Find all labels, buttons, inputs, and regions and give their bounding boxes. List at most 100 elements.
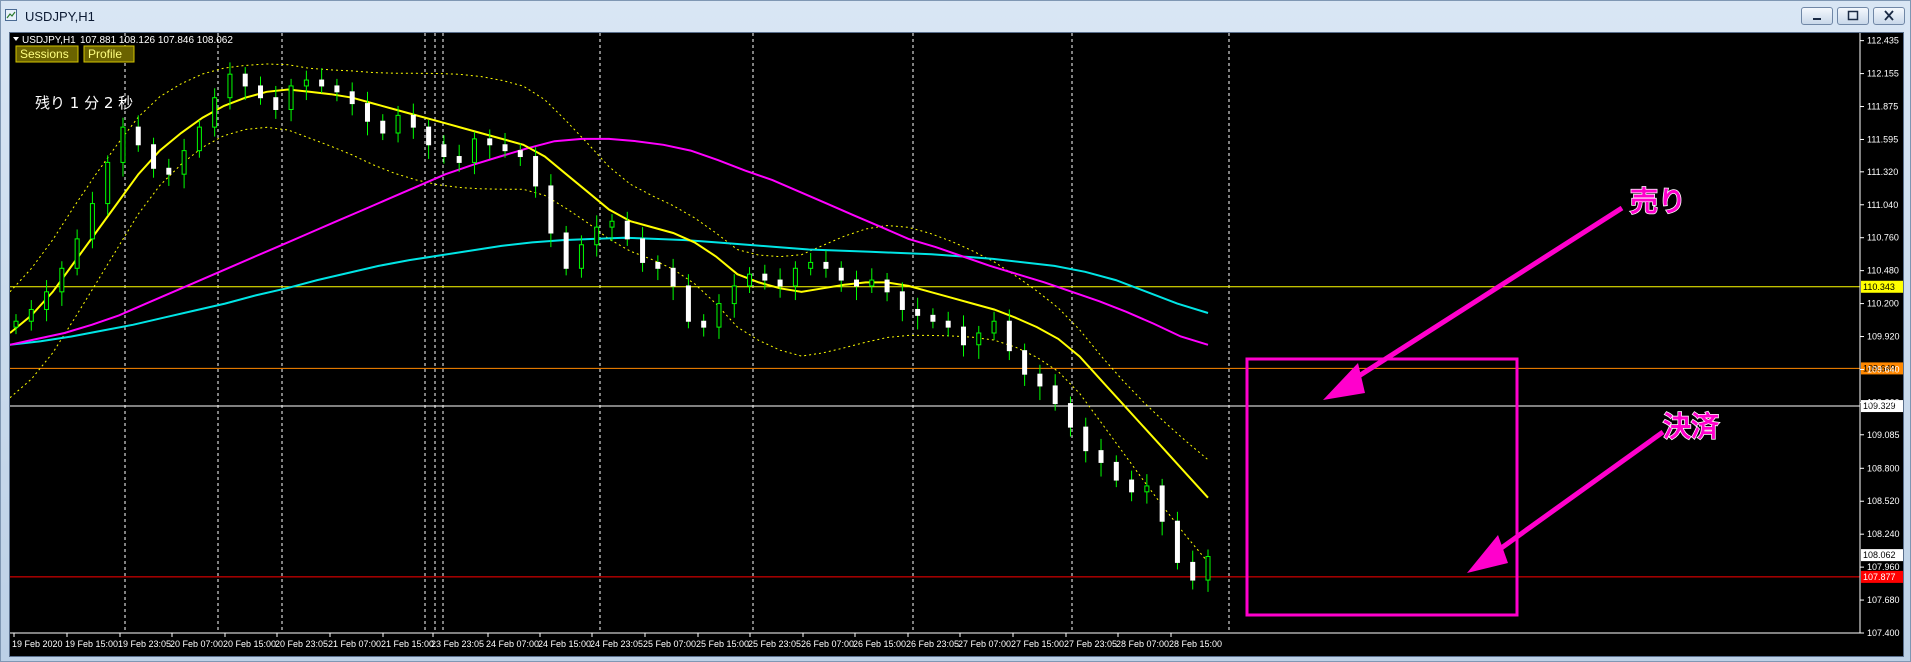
candle-body xyxy=(548,185,554,234)
current-price-label: 108.062 xyxy=(1863,550,1896,560)
candle-body xyxy=(151,144,157,169)
candle-body xyxy=(701,320,707,328)
candle-body xyxy=(334,85,340,93)
ma-mid-line xyxy=(10,137,1209,346)
candle-body xyxy=(731,285,737,305)
candle-body xyxy=(685,285,691,322)
profile-button[interactable]: Profile xyxy=(83,45,135,63)
candle-body xyxy=(1113,461,1119,481)
price-tick-label: 110.200 xyxy=(1867,299,1899,309)
candle-body xyxy=(410,114,416,128)
candle-body xyxy=(670,267,676,287)
candle-body xyxy=(869,279,875,287)
candle-body xyxy=(364,103,370,122)
candle-body xyxy=(1144,485,1150,493)
candle-body xyxy=(105,161,111,205)
close-button[interactable] xyxy=(1873,7,1905,25)
time-tick-label: 25 Feb 07:00 xyxy=(643,639,696,649)
candle-body xyxy=(74,238,80,269)
candle-body xyxy=(349,91,355,105)
time-tick-label: 24 Feb 15:00 xyxy=(538,639,591,649)
price-tick-label: 109.085 xyxy=(1867,430,1900,440)
time-tick-label: 28 Feb 15:00 xyxy=(1169,639,1222,649)
minimize-button[interactable] xyxy=(1801,7,1833,25)
candle-body xyxy=(13,320,19,328)
candle-body xyxy=(884,279,890,293)
triangle-down-icon[interactable] xyxy=(13,37,19,41)
time-tick-label: 28 Feb 07:00 xyxy=(1116,639,1169,649)
time-tick-label: 20 Feb 15:00 xyxy=(223,639,276,649)
candle-body xyxy=(1083,426,1089,452)
sell-arrow[interactable] xyxy=(1323,205,1624,400)
candle-body xyxy=(517,150,523,158)
candle-body xyxy=(212,97,218,128)
candle-body xyxy=(915,308,921,316)
candle-body xyxy=(716,303,722,328)
candle-body xyxy=(762,273,768,281)
time-tick-label: 27 Feb 07:00 xyxy=(958,639,1011,649)
time-tick-label: 25 Feb 15:00 xyxy=(696,639,749,649)
time-tick-label: 20 Feb 07:00 xyxy=(170,639,223,649)
symbol-timeframe: USDJPY,H1 xyxy=(22,35,76,46)
ohlc-values: 107.881 108.126 107.846 108.062 xyxy=(80,35,233,46)
candle-body xyxy=(1052,385,1058,405)
price-tick-label: 109.920 xyxy=(1867,332,1900,342)
ma-fast-line xyxy=(10,88,1209,499)
price-tick-label: 111.040 xyxy=(1867,200,1898,210)
time-tick-label: 24 Feb 23:05 xyxy=(590,639,643,649)
candle-body xyxy=(854,279,860,287)
level-tag-label: 110.343 xyxy=(1863,282,1895,292)
level-tag-label: 107.877 xyxy=(1863,572,1896,582)
sessions-button[interactable]: Sessions xyxy=(15,45,79,63)
candle-body xyxy=(899,291,905,310)
candle-body xyxy=(563,232,569,269)
time-tick-label: 25 Feb 23:05 xyxy=(748,639,801,649)
candle-body xyxy=(823,261,829,269)
price-tick-label: 107.960 xyxy=(1867,562,1900,572)
candle-body xyxy=(502,144,508,152)
price-tick-label: 110.480 xyxy=(1867,266,1899,276)
price-tick-label: 108.520 xyxy=(1867,496,1900,506)
candle-body xyxy=(838,267,844,281)
candle-body xyxy=(59,267,65,293)
candle-body xyxy=(258,85,264,99)
time-tick-label: 19 Feb 15:00 xyxy=(65,639,118,649)
price-tick-label: 109.360 xyxy=(1867,397,1900,407)
candle-body xyxy=(930,314,936,322)
candle-body xyxy=(1205,556,1211,581)
time-tick-label: 26 Feb 23:05 xyxy=(906,639,959,649)
price-chart[interactable]: 110.343 109.649 109.329 107.877 108.062 売り xyxy=(9,32,1904,657)
candle-body xyxy=(991,320,997,334)
price-tick-label: 112.435 xyxy=(1867,36,1899,46)
profile-button-label: Profile xyxy=(88,47,122,61)
candle-body xyxy=(777,279,783,287)
title-bar[interactable]: USDJPY,H1 xyxy=(1,1,1910,31)
candle-body xyxy=(28,308,34,322)
candle-body xyxy=(976,332,982,346)
price-tick-label: 111.875 xyxy=(1867,102,1898,112)
candle-body xyxy=(380,120,386,134)
candle-body xyxy=(533,156,539,187)
candle-body xyxy=(288,85,294,110)
candle-body xyxy=(1190,561,1196,581)
candle-body xyxy=(426,126,432,146)
price-tick-label: 108.800 xyxy=(1867,463,1900,473)
candle-body xyxy=(1067,403,1073,428)
candle-countdown: 残り 1 分 2 秒 xyxy=(35,94,133,112)
candle-body xyxy=(242,73,248,87)
maximize-button[interactable] xyxy=(1837,7,1869,25)
candle-body xyxy=(1174,520,1180,563)
window-title: USDJPY,H1 xyxy=(25,9,95,24)
candle-body xyxy=(578,244,584,269)
time-tick-label: 27 Feb 23:05 xyxy=(1064,639,1117,649)
time-tick-label: 21 Feb 15:00 xyxy=(381,639,434,649)
chart-window-icon xyxy=(5,9,17,21)
price-axis: 112.435 112.155 111.875 111.595 111.320 111.0… xyxy=(1860,36,1900,638)
time-tick-label: 21 Feb 07:00 xyxy=(328,639,381,649)
settle-label: 決済 xyxy=(1663,410,1720,443)
candle-body xyxy=(456,156,462,163)
time-tick-label: 26 Feb 15:00 xyxy=(853,639,906,649)
settle-arrow[interactable] xyxy=(1467,429,1665,573)
candle-body xyxy=(1098,450,1104,463)
chart-canvas[interactable]: 110.343109.649109.329107.877108.062 売り 決… xyxy=(10,33,1903,656)
